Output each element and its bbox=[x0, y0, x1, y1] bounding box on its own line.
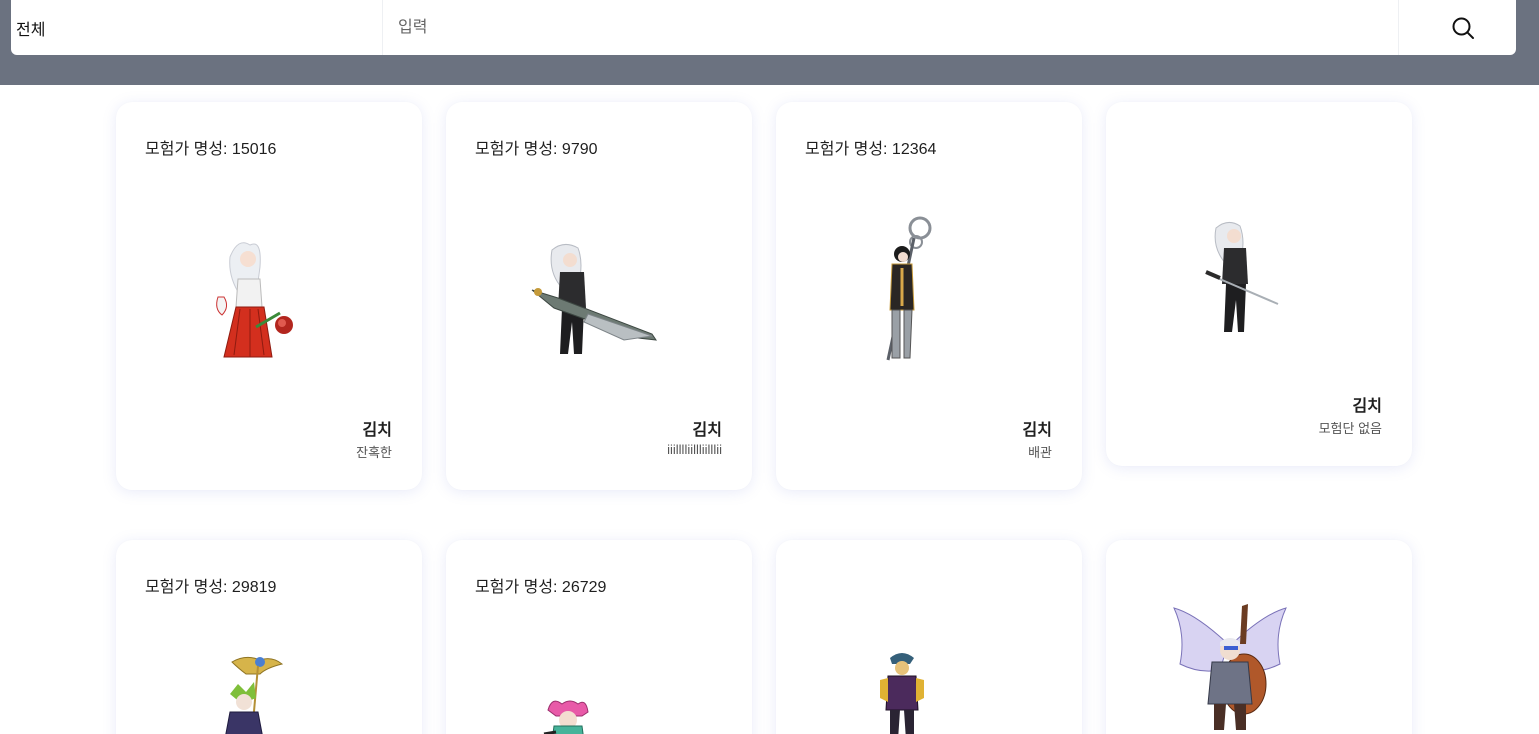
character-sprite-image bbox=[1173, 604, 1287, 730]
adventure-group-name: 잔혹한 bbox=[356, 445, 392, 460]
character-card[interactable] bbox=[1106, 540, 1412, 734]
character-card[interactable]: 모험가 명성: 26729 bbox=[446, 540, 752, 734]
search-input[interactable] bbox=[386, 0, 1399, 55]
character-card[interactable]: 모험가 명성: 29819 bbox=[116, 540, 422, 734]
character-sprite-image bbox=[1205, 222, 1279, 332]
character-sprite-image bbox=[886, 216, 932, 361]
character-sprite-image bbox=[880, 653, 924, 734]
character-sprite-image bbox=[531, 244, 658, 354]
character-card[interactable] bbox=[776, 540, 1082, 734]
adventurer-fame: 모험가 명성: 9790 bbox=[475, 141, 598, 158]
adventurer-fame: 모험가 명성: 12364 bbox=[805, 141, 937, 158]
character-card[interactable]: 모험가 명성: 12364 김치 배관 bbox=[776, 102, 1082, 490]
character-card[interactable]: 김치 모험단 없음 bbox=[1106, 102, 1412, 466]
adventure-group-name: 배관 bbox=[1028, 445, 1052, 460]
adventurer-fame: 모험가 명성: 29819 bbox=[145, 579, 277, 596]
character-sprite-image bbox=[543, 700, 589, 734]
character-name: 김치 bbox=[362, 422, 392, 439]
adventurer-fame: 모험가 명성: 15016 bbox=[145, 141, 277, 158]
character-card[interactable]: 모험가 명성: 15016 김치 잔혹한 bbox=[116, 102, 422, 490]
character-name: 김치 bbox=[1352, 398, 1382, 415]
character-name: 김치 bbox=[1022, 422, 1052, 439]
adventure-group-name: 모험단 없음 bbox=[1318, 421, 1382, 436]
adventure-group-name: iiilllliillliilllii bbox=[667, 442, 722, 457]
search-icon bbox=[1452, 17, 1474, 39]
character-card[interactable]: 모험가 명성: 9790 김치 iiilllliillliilllii bbox=[446, 102, 752, 490]
adventurer-fame: 모험가 명성: 26729 bbox=[475, 579, 607, 596]
search-button[interactable] bbox=[1448, 13, 1478, 43]
character-name: 김치 bbox=[692, 422, 722, 439]
character-sprite-image bbox=[225, 656, 284, 734]
top-bar: 전체 bbox=[0, 0, 1539, 85]
search-scope-label: 전체 bbox=[16, 21, 46, 39]
character-sprite-image bbox=[216, 242, 293, 358]
search-box: 전체 bbox=[11, 0, 1516, 55]
search-scope-select[interactable]: 전체 bbox=[11, 0, 383, 55]
